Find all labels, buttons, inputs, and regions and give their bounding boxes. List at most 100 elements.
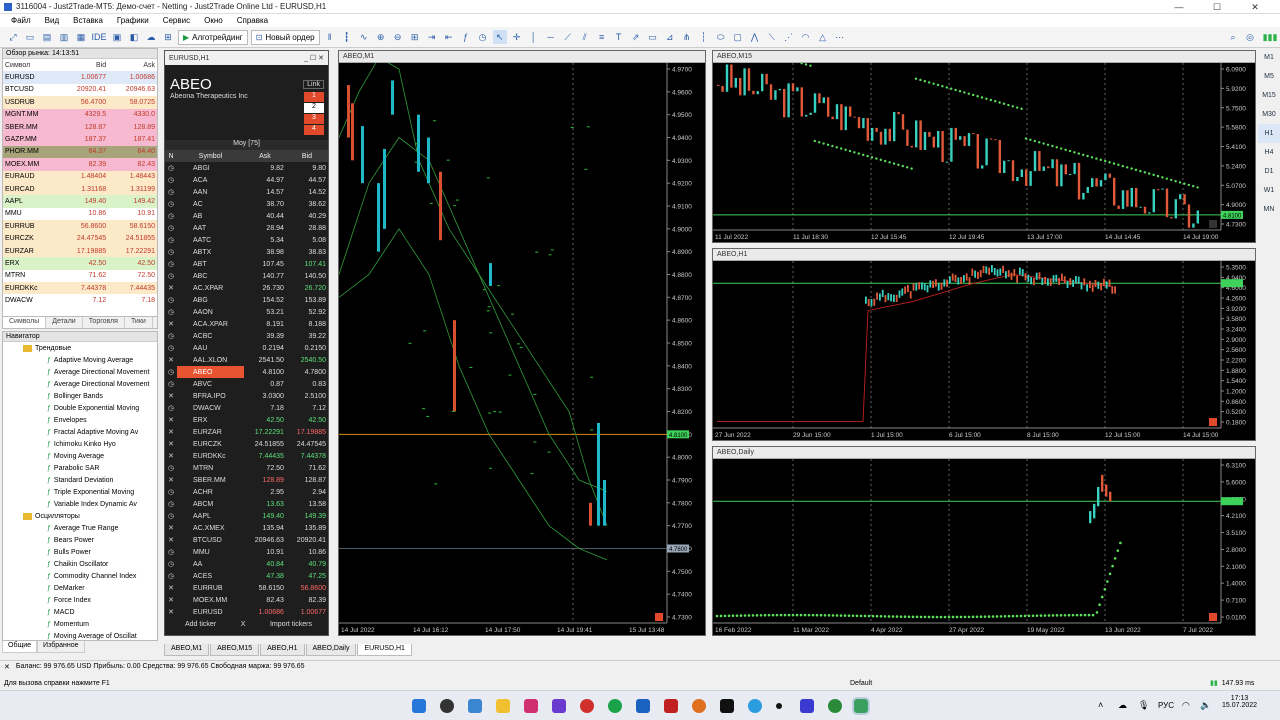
timeframe-MN[interactable]: MN: [1258, 200, 1280, 219]
navigator-group[interactable]: Осцилляторы: [3, 510, 157, 522]
new-order-button[interactable]: ⊡ Новый ордер: [250, 29, 320, 45]
ellipse-icon[interactable]: ⬭: [714, 30, 728, 44]
menu-item[interactable]: Сервис: [156, 16, 197, 25]
table-row[interactable]: ◷ AAON 53.21 52.92: [165, 306, 328, 318]
timeframe-M30[interactable]: M30: [1258, 105, 1280, 124]
templates-icon[interactable]: ▤: [40, 30, 54, 44]
table-row[interactable]: ◷ AATC 5.34 5.08: [165, 234, 328, 246]
tab-0[interactable]: Символы: [3, 317, 47, 328]
table-row[interactable]: ◷ AAT 28.94 28.88: [165, 222, 328, 234]
more-tools-icon[interactable]: ⋯: [833, 30, 847, 44]
app-icon[interactable]: [552, 699, 566, 713]
app-icon[interactable]: [800, 699, 814, 713]
table-row[interactable]: ✕ MOEX.MM 82.43 82.39: [165, 594, 328, 606]
table-row[interactable]: ✕ EURRUB 58.6150 56.8600: [165, 582, 328, 594]
link-button[interactable]: 1: [304, 92, 324, 102]
gann-icon[interactable]: ⊿: [663, 30, 677, 44]
navigator-item[interactable]: ƒ Bollinger Bands: [3, 390, 157, 402]
chart-abeo-h1[interactable]: ABEO,H1 5.3500 4.9400 4.6000 4.2600 3.9200 3.…: [712, 248, 1256, 441]
cursor-icon[interactable]: ↖: [492, 30, 507, 44]
timeframe-W1[interactable]: W1: [1258, 181, 1280, 200]
app-icon[interactable]: [524, 699, 538, 713]
table-row[interactable]: ◷ DWACW 7.18 7.12: [165, 402, 328, 414]
bar-chart-icon[interactable]: ‖: [323, 30, 337, 44]
navigator-item[interactable]: ƒ Standard Deviation: [3, 474, 157, 486]
table-row[interactable]: EURDKKc 7.44378 7.44435: [3, 282, 157, 295]
market-watch-icon[interactable]: ▥: [57, 30, 71, 44]
navigator-item[interactable]: ƒ Bears Power: [3, 534, 157, 546]
new-chart-icon[interactable]: ⤢: [6, 30, 20, 44]
table-row[interactable]: ✕ SBER.MM 128.89 128.87: [165, 474, 328, 486]
clear-button[interactable]: X: [241, 621, 246, 633]
navigator-group[interactable]: Трендовые: [3, 342, 157, 354]
clock[interactable]: 17:13 15.07.2022: [1222, 695, 1257, 709]
navigator-item[interactable]: ƒ Chaikin Oscillator: [3, 558, 157, 570]
table-row[interactable]: ◷ ACBC 39.39 39.22: [165, 330, 328, 342]
navigator-item[interactable]: ƒ Adaptive Moving Average: [3, 354, 157, 366]
table-row[interactable]: ◷ ACES 47.38 47.25: [165, 570, 328, 582]
arrows-icon[interactable]: ⇗: [629, 30, 643, 44]
table-row[interactable]: ◷ AA 40.84 40.79: [165, 558, 328, 570]
table-row[interactable]: ◷ ACA 44.97 44.57: [165, 174, 328, 186]
navigator-item[interactable]: ƒ Double Exponential Moving: [3, 402, 157, 414]
terminal-icon[interactable]: ▣: [110, 30, 124, 44]
table-row[interactable]: ◷ ACHR 2.95 2.94: [165, 486, 328, 498]
table-row[interactable]: ✕ BTCUSD 20946.63 20920.41: [165, 534, 328, 546]
table-row[interactable]: ✕ EURUSD 1.00686 1.00677: [165, 606, 328, 618]
add-ticker-button[interactable]: Add ticker: [171, 621, 216, 633]
timeframe-D1[interactable]: D1: [1258, 162, 1280, 181]
fibo-icon[interactable]: ≡: [595, 30, 609, 44]
table-row[interactable]: ✕ AC.XMEX 135.94 135.89: [165, 522, 328, 534]
navigator-item[interactable]: ƒ Force Index: [3, 594, 157, 606]
table-row[interactable]: ◷ AC 38.70 38.62: [165, 198, 328, 210]
table-row[interactable]: ✕ EURCZK 24.51855 24.47545: [165, 438, 328, 450]
navigator-item[interactable]: ƒ DeMarker: [3, 582, 157, 594]
search-icon[interactable]: [440, 699, 454, 713]
table-row[interactable]: PHOR.MM 64.37 64.40: [3, 145, 157, 159]
table-row[interactable]: EURAUD 1.48404 1.48443: [3, 170, 157, 183]
menu-item[interactable]: Файл: [4, 16, 38, 25]
tab-3[interactable]: Тики: [125, 317, 153, 328]
table-row[interactable]: ✕ EURZAR 17.22291 17.19885: [165, 426, 328, 438]
table-row[interactable]: ◷ ABVC 0.87 0.83: [165, 378, 328, 390]
navigator-item[interactable]: ƒ Fractal Adaptive Moving Av: [3, 426, 157, 438]
telegram-icon[interactable]: [748, 699, 762, 713]
navigator-item[interactable]: ƒ Envelopes: [3, 414, 157, 426]
whatsapp-icon[interactable]: [608, 699, 622, 713]
table-row[interactable]: ◷ AAN 14.57 14.52: [165, 186, 328, 198]
channel-icon[interactable]: ⫽: [578, 30, 592, 44]
close-icon[interactable]: ✕: [4, 663, 10, 671]
windows-start-icon[interactable]: [412, 699, 426, 713]
table-row[interactable]: ✕ AAL.XLON 2541.50 2540.50: [165, 354, 328, 366]
table-row[interactable]: ✕ ERX 42.50 42.50: [165, 414, 328, 426]
chart-canvas[interactable]: 4.9700 4.9600 4.9500 4.9400 4.9300 4.9200 4.91…: [339, 63, 705, 635]
column-header[interactable]: N: [165, 150, 177, 162]
horizontal-line-icon[interactable]: ─: [544, 30, 558, 44]
navigator-item[interactable]: ƒ Triple Exponential Moving: [3, 486, 157, 498]
table-row[interactable]: ◷ MTRN 72.50 71.62: [165, 462, 328, 474]
shapes-icon[interactable]: ▭: [646, 30, 660, 44]
fibo-fan-icon[interactable]: ⋰: [782, 30, 796, 44]
menu-item[interactable]: Графики: [110, 16, 156, 25]
column-header[interactable]: Символ: [3, 59, 59, 71]
candles-icon[interactable]: ┇: [340, 30, 354, 44]
timeframe-H1[interactable]: H1: [1258, 124, 1280, 143]
grid-icon[interactable]: ⊞: [408, 30, 422, 44]
maximize-icon[interactable]: ☐: [1198, 0, 1236, 14]
table-row[interactable]: MOEX.MM 82.39 82.43: [3, 158, 157, 171]
period-icon[interactable]: ◷: [476, 30, 490, 44]
table-row[interactable]: ◷ ABG 154.52 153.89: [165, 294, 328, 306]
mic-icon[interactable]: 🎙: [1138, 700, 1149, 711]
chart-tab[interactable]: ABEO,H1: [260, 644, 305, 656]
table-row[interactable]: ◷ ABC 140.77 140.50: [165, 270, 328, 282]
navigator-item[interactable]: ƒ Commodity Channel Index: [3, 570, 157, 582]
rectangle-icon[interactable]: ▢: [731, 30, 745, 44]
metatrader-icon[interactable]: [852, 697, 870, 715]
cycle-lines-icon[interactable]: ┆: [697, 30, 711, 44]
navigator-item[interactable]: ƒ Moving Average of Oscillat: [3, 630, 157, 640]
navigator-item[interactable]: ƒ Average Directional Movement: [3, 366, 157, 378]
navigator-item[interactable]: ƒ Ichimoku Kinko Hyo: [3, 438, 157, 450]
table-row[interactable]: GAZP.MM 187.37 187.41: [3, 133, 157, 146]
app-icon[interactable]: [828, 699, 842, 713]
zoom-out-icon[interactable]: ⊖: [391, 30, 405, 44]
